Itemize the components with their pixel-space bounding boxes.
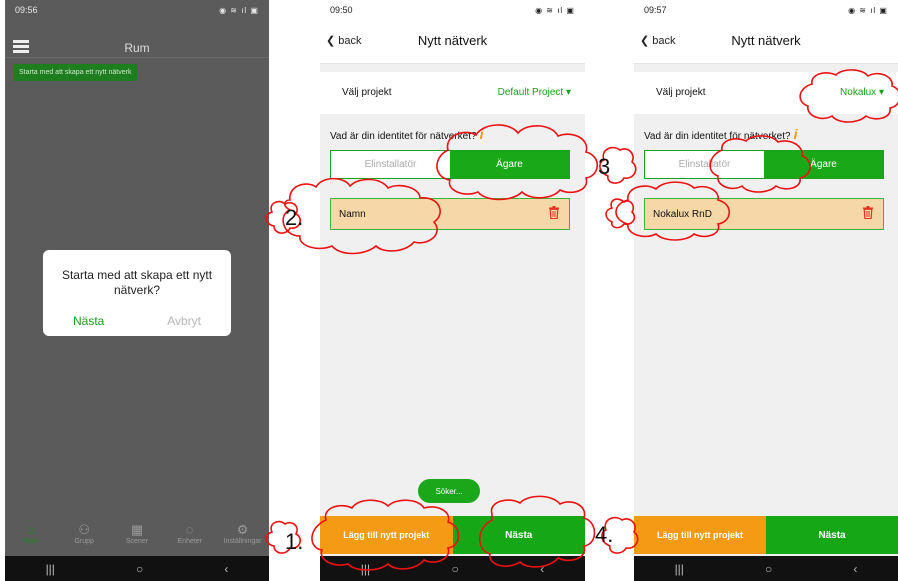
system-nav-bar: ||| ○ ‹ — [320, 556, 585, 581]
bulb-icon: ◌ — [185, 521, 194, 537]
project-select-row[interactable]: Välj projekt Default Project ▾ — [320, 72, 585, 114]
identity-segmented-control: Elinstallatör Ägare — [644, 150, 884, 179]
home-button-icon[interactable]: ○ — [136, 562, 143, 576]
seg-installer[interactable]: Elinstallatör — [645, 151, 764, 178]
nav-item-rum[interactable]: ⌂ Rum — [5, 522, 57, 545]
next-button[interactable]: Nästa — [766, 516, 898, 554]
add-project-button[interactable]: Lägg till nytt projekt — [320, 516, 453, 554]
network-name-row[interactable]: Nokalux RnD — [644, 198, 884, 230]
status-icons: ◉ ≋ ıl ▣ — [535, 5, 575, 15]
nav-item-scener[interactable]: ▦ Scener — [111, 522, 163, 545]
home-button-icon[interactable]: ○ — [765, 562, 772, 576]
nav-item-installningar[interactable]: ⚙ Inställningar — [217, 522, 269, 545]
annotation-number-3: 3 — [598, 154, 611, 179]
project-label: Välj projekt — [656, 87, 706, 98]
recents-icon[interactable]: ||| — [46, 562, 55, 576]
bottom-actions: Lägg till nytt projekt Nästa — [320, 516, 585, 554]
next-button[interactable]: Nästa — [452, 516, 585, 554]
info-icon[interactable]: i — [794, 126, 798, 142]
trash-icon[interactable] — [549, 206, 559, 219]
status-icons: ◉ ≋ ıl ▣ — [219, 5, 259, 15]
network-name: Nokalux RnD — [653, 209, 712, 220]
group-icon: ⚇ — [78, 521, 91, 537]
nav-item-grupp[interactable]: ⚇ Grupp — [58, 522, 110, 545]
identity-question-text: Vad är din identitet för nätverket? — [644, 131, 791, 142]
caret-down-icon: ▾ — [878, 87, 884, 98]
status-bar: 09:50 ◉ ≋ ıl ▣ — [320, 0, 585, 20]
bottom-nav: ⌂ Rum ⚇ Grupp ▦ Scener ◌ Enheter ⚙ Instä… — [5, 512, 269, 554]
bottom-actions: Lägg till nytt projekt Nästa — [634, 516, 898, 554]
add-project-button[interactable]: Lägg till nytt projekt — [634, 516, 766, 554]
page-title: Rum — [124, 41, 150, 55]
settings-icon: ⚙ — [236, 521, 249, 537]
create-network-dialog: Starta med att skapa ett nytt nätverk? N… — [43, 250, 231, 336]
seg-owner[interactable]: Ägare — [450, 151, 569, 178]
info-icon[interactable]: i — [480, 126, 484, 142]
project-dropdown[interactable]: Default Project ▾ — [498, 87, 571, 98]
home-button-icon[interactable]: ○ — [452, 562, 459, 576]
nav-label: Inställningar — [223, 537, 262, 545]
status-time: 09:57 — [644, 5, 667, 15]
project-value: Nokalux — [840, 87, 877, 98]
status-icons: ◉ ≋ ıl ▣ — [848, 5, 888, 15]
seg-owner[interactable]: Ägare — [764, 151, 883, 178]
status-bar: 09:57 ◉ ≋ ıl ▣ — [634, 0, 898, 20]
recents-icon[interactable]: ||| — [675, 562, 684, 576]
identity-question: Vad är din identitet för nätverket? i — [644, 126, 797, 142]
page-title: Nytt nätverk — [417, 33, 488, 48]
project-dropdown[interactable]: Nokalux ▾ — [840, 87, 884, 98]
recents-icon[interactable]: ||| — [361, 562, 370, 576]
project-value: Default Project — [497, 87, 564, 98]
network-name: Namn — [339, 209, 366, 220]
phone-new-network-filled: 09:57 ◉ ≋ ıl ▣ ❮ back Nytt nätverk Välj … — [634, 0, 898, 581]
project-select-row[interactable]: Välj projekt Nokalux ▾ — [634, 72, 898, 114]
hint-tooltip: Starta med att skapa ett nytt nätverk — [13, 64, 138, 81]
status-bar: 09:56 ◉ ≋ ıl ▣ — [5, 0, 269, 20]
screenshot-canvas: 09:56 ◉ ≋ ıl ▣ Rum Starta med att skapa … — [0, 0, 898, 581]
dialog-next-button[interactable]: Nästa — [73, 314, 104, 328]
identity-question: Vad är din identitet för nätverket? i — [330, 126, 483, 142]
searching-indicator: Söker... — [418, 479, 480, 503]
dialog-cancel-button[interactable]: Avbryt — [167, 314, 201, 328]
status-time: 09:50 — [330, 5, 353, 15]
top-bar: ❮ back Nytt nätverk — [320, 20, 585, 64]
phone-new-network-default: 09:50 ◉ ≋ ıl ▣ ❮ back Nytt nätverk Välj … — [320, 0, 585, 581]
dialog-message: Starta med att skapa ett nytt nätverk? — [61, 268, 213, 297]
scene-icon: ▦ — [130, 521, 144, 537]
back-nav-icon[interactable]: ‹ — [540, 562, 544, 576]
back-nav-icon[interactable]: ‹ — [224, 562, 228, 576]
system-nav-bar: ||| ○ ‹ — [634, 556, 898, 581]
nav-label: Rum — [24, 537, 39, 545]
trash-icon[interactable] — [863, 206, 873, 219]
back-nav-icon[interactable]: ‹ — [853, 562, 857, 576]
annotation-number-4: 4. — [595, 522, 614, 547]
nav-label: Grupp — [74, 537, 94, 545]
page-title: Nytt nätverk — [731, 33, 801, 48]
identity-segmented-control: Elinstallatör Ägare — [330, 150, 570, 179]
nav-label: Enheter — [177, 537, 203, 545]
annotation-number-2: 2. — [285, 205, 304, 230]
annotation-number-1: 1. — [285, 529, 304, 554]
app-bar: Rum — [5, 36, 269, 58]
caret-down-icon: ▾ — [565, 87, 571, 98]
project-label: Välj projekt — [342, 87, 392, 98]
status-time: 09:56 — [15, 5, 38, 15]
nav-item-enheter[interactable]: ◌ Enheter — [164, 522, 216, 545]
network-name-row[interactable]: Namn — [330, 198, 570, 230]
nav-label: Scener — [125, 537, 149, 545]
top-bar: ❮ back Nytt nätverk — [634, 20, 898, 64]
system-nav-bar: ||| ○ ‹ — [5, 556, 269, 581]
home-icon: ⌂ — [27, 521, 36, 537]
identity-question-text: Vad är din identitet för nätverket? — [330, 131, 477, 142]
seg-installer[interactable]: Elinstallatör — [331, 151, 450, 178]
phone-rooms-screen: 09:56 ◉ ≋ ıl ▣ Rum Starta med att skapa … — [5, 0, 269, 581]
